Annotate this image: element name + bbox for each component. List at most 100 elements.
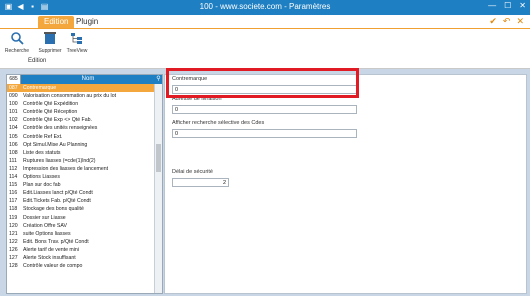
list-item-code: 120 [9, 222, 18, 229]
window-title: 100 - www.societe.com - Paramètres [199, 2, 331, 11]
list-item-code: 115 [9, 182, 18, 189]
list-item-label: Stockage des bons qualité [23, 206, 84, 213]
list-item-label: Alerte Stock insuffisant [23, 254, 76, 261]
list-item[interactable]: 106 Opt Simul.Mise Au Planning [7, 141, 162, 149]
list-item-code: 101 [9, 109, 18, 116]
list-item[interactable]: 090 Valorisation consommation au prix du … [7, 92, 162, 100]
list-item[interactable]: 121 suite Options liasses [7, 230, 162, 238]
list-item-code: 104 [9, 125, 18, 132]
list-item-code: 127 [9, 254, 18, 261]
list-item-label: Opt Simul.Mise Au Planning [23, 141, 88, 148]
list-item-code: 090 [9, 93, 18, 100]
ribbon-actions: ✔ ↶ ✕ [489, 16, 524, 27]
list-item[interactable]: 087 Contremarque [7, 84, 162, 93]
list-item-code: 116 [9, 190, 18, 197]
list-item[interactable]: 120 Création Offre SAV [7, 222, 162, 230]
list-item-code: 102 [9, 117, 18, 124]
list-item-label: Contrôle Qté Réception [23, 109, 78, 116]
list-item-label: Impression des liasses de lancement [23, 165, 109, 172]
list-item-label: Liste des statuts [23, 149, 61, 156]
list-item[interactable]: 118 Stockage des bons qualité [7, 205, 162, 213]
delai-securite-field[interactable]: 2 [172, 178, 229, 187]
maximize-icon[interactable]: ☐ [504, 1, 511, 10]
list-item-label: Options Liasses [23, 174, 60, 181]
list-item-code: 108 [9, 149, 18, 156]
trash-icon [44, 32, 56, 44]
list-item-code: 119 [9, 214, 18, 221]
treeview-button[interactable]: TreeView [62, 31, 92, 54]
list-item-code: 122 [9, 238, 18, 245]
list-item[interactable]: 117 Edit.Tickets Fab. p/Qté Condt [7, 197, 162, 205]
close-form-icon[interactable]: ✕ [516, 16, 524, 27]
list-item-label: Création Offre SAV [23, 222, 67, 229]
list-item[interactable]: 122 Edit. Bons Trav. p/Qté Condt [7, 238, 162, 246]
list-item-label: Contremarque [23, 85, 57, 91]
minimize-icon[interactable]: — [488, 1, 496, 10]
list-item[interactable]: 126 Alerte tarif de vente mini [7, 246, 162, 254]
recherche-cdes-field[interactable]: 0 [172, 129, 357, 138]
parameter-list: 685 Nom ⚲ 087 Contremarque 090 Valorisation… [6, 74, 163, 294]
list-item-code: 111 [9, 157, 17, 164]
list-item-code: 087 [9, 85, 18, 91]
list-item-label: Contrôle Ref Ext. [23, 133, 63, 140]
delai-securite-label: Délai de sécurité [172, 169, 213, 175]
recherche-cdes-label: Afficher recherche sélective des Cdes [172, 120, 265, 126]
list-item-code: 114 [9, 174, 18, 181]
delete-button-label: Supprimer [38, 48, 62, 54]
list-item-code: 126 [9, 246, 18, 253]
list-item-label: Ruptures liasses (=cde(1)lnd(2) [23, 157, 96, 164]
list-item-label: Valorisation consommation au prix du lot [23, 93, 117, 100]
list-item[interactable]: 112 Impression des liasses de lancement [7, 165, 162, 173]
list-item-label: Edit.Liasses lanct p/Qté Condt [23, 190, 93, 197]
adresse-livraison-field[interactable]: 0 [172, 105, 357, 114]
list-item-code: 105 [9, 133, 18, 140]
list-item-code: 100 [9, 101, 18, 108]
list-item-label: Edit.Tickets Fab. p/Qté Condt [23, 198, 91, 205]
list-item[interactable]: 127 Alerte Stock insuffisant [7, 254, 162, 262]
list-item-code: 117 [9, 198, 18, 205]
list-item-label: Alerte tarif de vente mini [23, 246, 79, 253]
parameter-form: Contremarque 0 Adresse de livraison 0 Af… [164, 74, 527, 294]
filter-icon[interactable]: ⚲ [155, 75, 162, 84]
list-item-code: 118 [9, 206, 18, 213]
list-item[interactable]: 102 Contrôle Qté Exp <> Qté Fab. [7, 116, 162, 124]
list-item[interactable]: 115 Plan sur doc fab [7, 181, 162, 189]
scrollbar-thumb[interactable] [156, 144, 161, 172]
list-header: 685 Nom ⚲ [7, 75, 162, 84]
list-item[interactable]: 101 Contrôle Qté Réception [7, 108, 162, 116]
list-item-code: 121 [9, 230, 18, 237]
list-item-label: suite Options liasses [23, 230, 71, 237]
list-item[interactable]: 108 Liste des statuts [7, 149, 162, 157]
list-scrollbar[interactable] [154, 84, 162, 293]
list-item[interactable]: 111 Ruptures liasses (=cde(1)lnd(2) [7, 157, 162, 165]
list-item[interactable]: 116 Edit.Liasses lanct p/Qté Condt [7, 189, 162, 197]
validate-icon[interactable]: ✔ [489, 16, 497, 27]
list-count: 685 [7, 75, 21, 84]
list-item-label: Contrôle Qté Expédition [23, 101, 79, 108]
list-item-code: 112 [9, 165, 18, 172]
undo-icon[interactable]: ↶ [503, 16, 511, 27]
list-item-code: 106 [9, 141, 18, 148]
list-item-label: Contrôle des unités renseignées [23, 125, 98, 132]
delete-button[interactable]: Supprimer [35, 31, 65, 54]
ribbon: Recherche Supprimer TreeView Edition [0, 29, 530, 69]
close-icon[interactable]: ✕ [519, 1, 526, 10]
list-item-label: Dossier sur Liasse [23, 214, 66, 221]
list-item-code: 128 [9, 263, 18, 270]
ribbon-tabs: Edition Plugin ✔ ↶ ✕ [0, 15, 530, 29]
list-rows: 087 Contremarque 090 Valorisation consommat… [7, 84, 162, 270]
list-item[interactable]: 128 Contrôle valeur de compo [7, 262, 162, 270]
list-item[interactable]: 104 Contrôle des unités renseignées [7, 124, 162, 132]
column-header-nom[interactable]: Nom [21, 75, 155, 84]
list-item-label: Contrôle Qté Exp <> Qté Fab. [23, 117, 92, 124]
list-item[interactable]: 119 Dossier sur Liasse [7, 214, 162, 222]
search-button[interactable]: Recherche [2, 31, 32, 54]
list-item[interactable]: 100 Contrôle Qté Expédition [7, 100, 162, 108]
window-controls: — ☐ ✕ [488, 1, 526, 10]
tab-edition[interactable]: Edition [38, 16, 75, 28]
tab-plugin[interactable]: Plugin [70, 16, 104, 28]
title-bar: ▣ ◀ ▪ ▤ 100 - www.societe.com - Paramètr… [0, 0, 530, 15]
list-item[interactable]: 105 Contrôle Ref Ext. [7, 133, 162, 141]
list-item[interactable]: 114 Options Liasses [7, 173, 162, 181]
list-item-label: Plan sur doc fab [23, 182, 61, 189]
